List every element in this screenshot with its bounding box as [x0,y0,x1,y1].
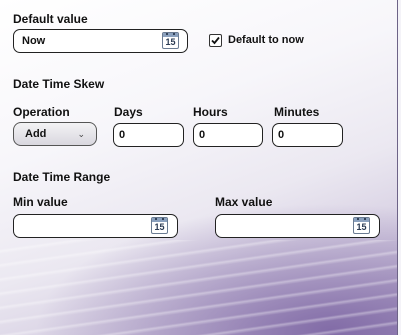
days-input[interactable] [119,127,178,143]
days-label: Days [114,105,143,119]
calendar-icon[interactable]: 15 [353,217,370,234]
min-value-input[interactable] [19,218,149,234]
min-value-label: Min value [13,195,68,209]
default-value-label: Default value [13,12,88,26]
minutes-label: Minutes [274,105,320,119]
max-value-field[interactable]: 15 [215,214,380,238]
max-value-input[interactable] [221,218,351,234]
skew-heading: Date Time Skew [13,77,105,91]
min-value-field[interactable]: 15 [13,214,178,238]
default-value-text: Now [22,35,46,47]
chevron-down-icon: ⌄ [77,129,85,139]
max-value-label: Max value [215,195,273,209]
check-icon [211,36,220,45]
calendar-day: 15 [165,37,176,47]
default-to-now-label[interactable]: Default to now [228,34,304,46]
calendar-icon[interactable]: 15 [162,32,179,49]
operation-select[interactable]: Add ⌄ [13,122,97,146]
operation-label: Operation [13,105,70,119]
default-to-now-checkbox[interactable] [209,34,222,47]
minutes-field[interactable] [272,123,343,147]
calendar-icon[interactable]: 15 [151,217,168,234]
minutes-input[interactable] [278,127,337,143]
operation-value: Add [25,128,47,140]
hours-field[interactable] [193,123,263,147]
hours-label: Hours [193,105,228,119]
range-heading: Date Time Range [13,170,111,184]
days-field[interactable] [113,123,184,147]
default-value-field[interactable]: Now 15 [13,29,188,53]
hours-input[interactable] [199,127,257,143]
